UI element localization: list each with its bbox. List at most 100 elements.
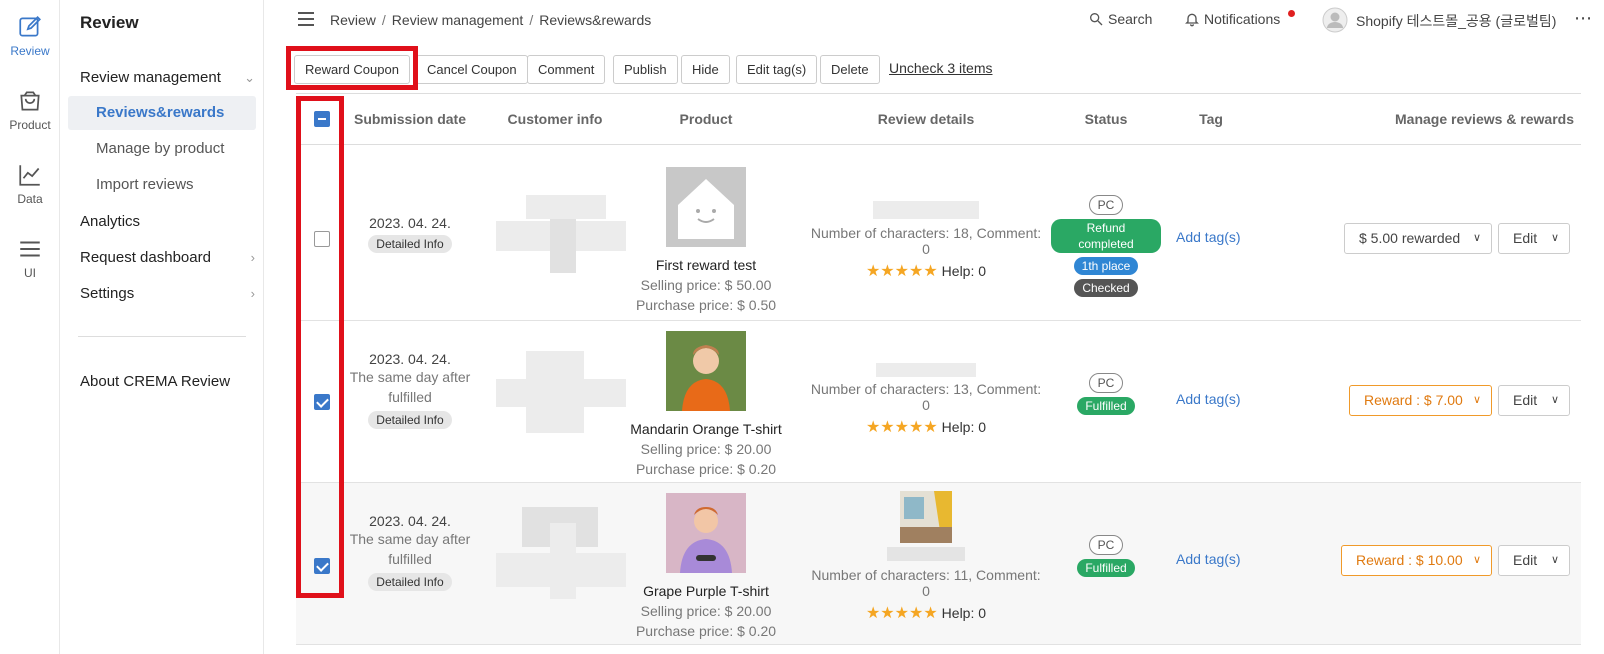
edit-tags-button[interactable]: Edit tag(s) [736,55,818,84]
product-name[interactable]: Mandarin Orange T-shirt [626,419,786,439]
notifications-button[interactable]: Notifications [1184,11,1280,27]
selling-price: Selling price: $ 20.00 [640,441,772,457]
sidebar-item-label: Review management [80,69,221,86]
edit-icon [19,16,41,37]
status-badge: PC [1088,535,1124,555]
reward-dropdown[interactable]: Reward : $ 7.00 ∨ [1349,385,1492,416]
date-note: The same day after fulfilled [349,369,471,405]
delete-button[interactable]: Delete [820,55,880,84]
review-meta: Number of characters: 13, Comment: 0 [810,381,1042,413]
store-name[interactable]: Shopify 테스트몰_공용 (글로벌팀) [1356,11,1556,31]
search-button[interactable]: Search [1088,11,1152,27]
add-tags-link[interactable]: Add tag(s) [1176,551,1246,567]
status-cell: PC Refund completed 1th place Checked [1051,193,1161,299]
col-product: Product [679,111,733,127]
breadcrumb-item: Reviews&rewards [539,12,652,28]
star-rating: ★★★★★ [865,419,938,436]
col-submission-date: Submission date [353,111,467,127]
table-row: 2023. 04. 24. The same day after fulfill… [296,483,1581,645]
cancel-coupon-button[interactable]: Cancel Coupon [416,55,528,84]
rail-label-data: Data [17,192,43,206]
reward-value: Reward : $ 7.00 [1364,392,1463,408]
selling-price: Selling price: $ 50.00 [640,277,772,293]
table-row: 2023. 04. 24. Detailed Info First reward… [296,157,1581,321]
review-details-cell: Number of characters: 18, Comment: 0 ★★★… [806,201,1046,281]
breadcrumb-item[interactable]: Review management [392,12,524,28]
review-details-cell: Number of characters: 11, Comment: 0 ★★★… [806,491,1046,623]
sidebar-item-about[interactable]: About CREMA Review [80,370,255,394]
search-icon [1090,12,1103,26]
purchase-price: Purchase price: $ 0.20 [635,623,777,639]
sidebar-item-import-reviews[interactable]: Import reviews [68,168,256,202]
rail-item-product[interactable]: Product [0,88,60,132]
breadcrumb-item[interactable]: Review [330,12,376,28]
sidebar-item-reviews-rewards[interactable]: Reviews&rewards [68,96,256,130]
col-status: Status [1084,111,1128,127]
review-photo[interactable] [900,491,952,543]
icon-rail: Review Product Data UI [0,0,60,654]
sidebar-item-analytics[interactable]: Analytics [80,210,255,234]
chevron-right-icon: › [250,286,255,301]
star-rating: ★★★★★ [865,605,938,622]
star-rating: ★★★★★ [865,263,938,280]
menu-icon [20,241,40,257]
sidebar-item-request-dashboard[interactable]: Request dashboard › [80,246,255,270]
chevron-right-icon: › [250,250,255,265]
col-customer-info: Customer info [507,111,603,127]
review-meta: Number of characters: 18, Comment: 0 [810,225,1042,257]
submission-date: 2023. 04. 24. [369,513,451,529]
sidebar-item-manage-by-product[interactable]: Manage by product [68,132,256,166]
sidebar-item-label: Analytics [80,213,141,230]
detailed-info-button[interactable]: Detailed Info [368,235,452,253]
rail-item-review[interactable]: Review [0,14,60,58]
sidebar-title: Review [80,13,139,32]
avatar[interactable] [1322,7,1348,36]
hide-button[interactable]: Hide [681,55,730,84]
purchase-price: Purchase price: $ 0.20 [635,461,777,477]
product-cell: Mandarin Orange T-shirt Selling price: $… [626,331,786,479]
detailed-info-button[interactable]: Detailed Info [368,411,452,429]
add-tags-link[interactable]: Add tag(s) [1176,229,1246,245]
rail-label-ui: UI [24,266,36,280]
sidebar: Review Review management ⌄ Reviews&rewar… [60,0,264,654]
product-cell: First reward test Selling price: $ 50.00… [626,167,786,315]
status-badge: PC [1088,373,1124,393]
product-name[interactable]: First reward test [626,255,786,275]
review-details-cell: Number of characters: 13, Comment: 0 ★★★… [806,363,1046,437]
detailed-info-button[interactable]: Detailed Info [368,573,452,591]
chevron-down-icon: ∨ [1472,394,1481,406]
edit-dropdown[interactable]: Edit ∨ [1498,223,1570,254]
status-badge: Checked [1074,279,1138,297]
user-avatar-icon [1322,7,1348,33]
product-placeholder-image [666,167,746,247]
reward-value: $ 5.00 rewarded [1359,230,1461,246]
chevron-down-icon: ∨ [1550,232,1559,244]
status-badge: 1th place [1073,257,1139,275]
edit-dropdown[interactable]: Edit ∨ [1498,545,1570,576]
add-tags-link[interactable]: Add tag(s) [1176,391,1246,407]
edit-dropdown[interactable]: Edit ∨ [1498,385,1570,416]
review-text-blurred [887,547,965,561]
rail-item-data[interactable]: Data [0,162,60,206]
sidebar-item-review-management[interactable]: Review management ⌄ [80,66,255,90]
rail-item-ui[interactable]: UI [0,236,60,280]
publish-button[interactable]: Publish [613,55,678,84]
more-icon[interactable]: ⋯ [1574,8,1593,29]
highlight-checkboxes [296,96,344,598]
uncheck-items-link[interactable]: Uncheck 3 items [889,60,992,76]
reward-dropdown[interactable]: Reward : $ 10.00 ∨ [1341,545,1492,576]
date-note: The same day after fulfilled [349,531,471,567]
help-count: Help: 0 [941,263,987,279]
highlight-reward-coupon [286,46,418,90]
notifications-label: Notifications [1204,11,1281,27]
sidebar-item-settings[interactable]: Settings › [80,282,255,306]
submission-date: 2023. 04. 24. [369,215,451,231]
hamburger-icon[interactable] [298,12,314,26]
reward-value: Reward : $ 10.00 [1356,552,1463,568]
comment-button[interactable]: Comment [527,55,606,84]
product-name[interactable]: Grape Purple T-shirt [626,581,786,601]
edit-label: Edit [1513,392,1538,408]
edit-label: Edit [1513,230,1538,246]
reward-dropdown[interactable]: $ 5.00 rewarded ∨ [1344,223,1492,254]
submission-date-cell: 2023. 04. 24. The same day after fulfill… [340,351,480,429]
